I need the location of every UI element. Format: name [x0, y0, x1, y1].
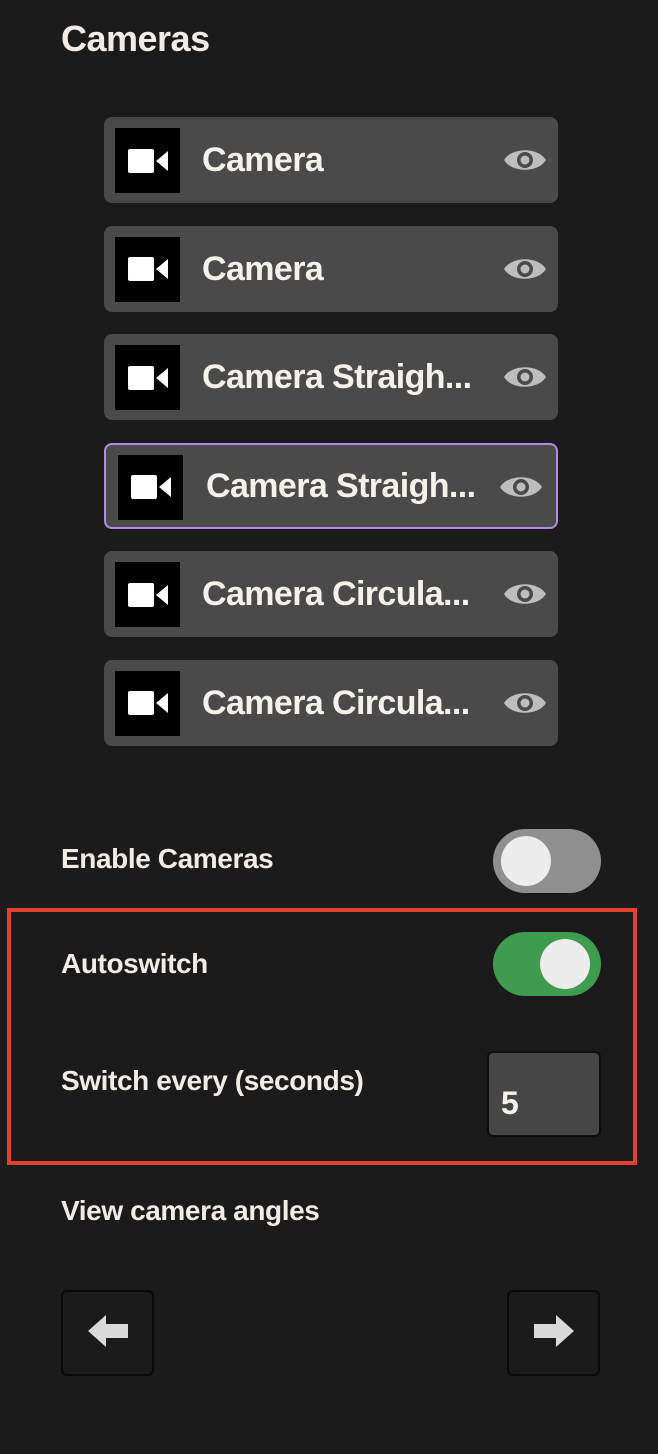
arrow-right-icon — [530, 1311, 578, 1356]
eye-icon[interactable] — [502, 362, 548, 392]
camera-item[interactable]: Camera — [104, 225, 558, 312]
view-angles-title: View camera angles — [61, 1195, 320, 1226]
camera-label: Camera Straigh... — [206, 466, 476, 505]
camera-label: Camera Circula... — [202, 683, 470, 722]
toggle-knob — [540, 939, 590, 989]
camera-item[interactable]: Camera Circula... — [104, 659, 558, 746]
video-camera-icon — [115, 562, 180, 627]
camera-label: Camera Straigh... — [202, 358, 472, 396]
arrow-left-icon — [84, 1311, 132, 1356]
camera-item[interactable]: Camera Straigh... — [104, 334, 558, 420]
cameras-title: Cameras — [61, 18, 210, 59]
next-angle-button[interactable] — [507, 1290, 600, 1376]
camera-list: Camera Camera Camera Straigh... Camera S… — [104, 117, 558, 768]
toggle-knob — [501, 836, 551, 886]
video-camera-icon — [115, 128, 180, 193]
switch-every-label: Switch every (seconds) — [61, 1065, 364, 1096]
autoswitch-toggle[interactable] — [493, 932, 601, 996]
switch-interval-input[interactable] — [487, 1051, 601, 1137]
enable-cameras-toggle[interactable] — [493, 829, 601, 893]
video-camera-icon — [115, 670, 180, 736]
camera-item-selected[interactable]: Camera Straigh... — [104, 442, 558, 529]
enable-cameras-label: Enable Cameras — [61, 843, 274, 874]
eye-icon[interactable] — [502, 579, 548, 609]
eye-icon[interactable] — [498, 472, 544, 502]
video-camera-icon — [118, 454, 183, 520]
video-camera-icon — [115, 236, 180, 302]
video-camera-icon — [115, 345, 180, 410]
camera-item[interactable]: Camera — [104, 117, 558, 203]
camera-item[interactable]: Camera Circula... — [104, 551, 558, 637]
camera-label: Camera — [202, 249, 324, 288]
eye-icon[interactable] — [502, 254, 548, 284]
autoswitch-label: Autoswitch — [61, 948, 208, 979]
camera-label: Camera Circula... — [202, 575, 470, 613]
eye-icon[interactable] — [502, 688, 548, 718]
eye-icon[interactable] — [502, 145, 548, 175]
camera-label: Camera — [202, 141, 324, 179]
previous-angle-button[interactable] — [61, 1290, 154, 1376]
